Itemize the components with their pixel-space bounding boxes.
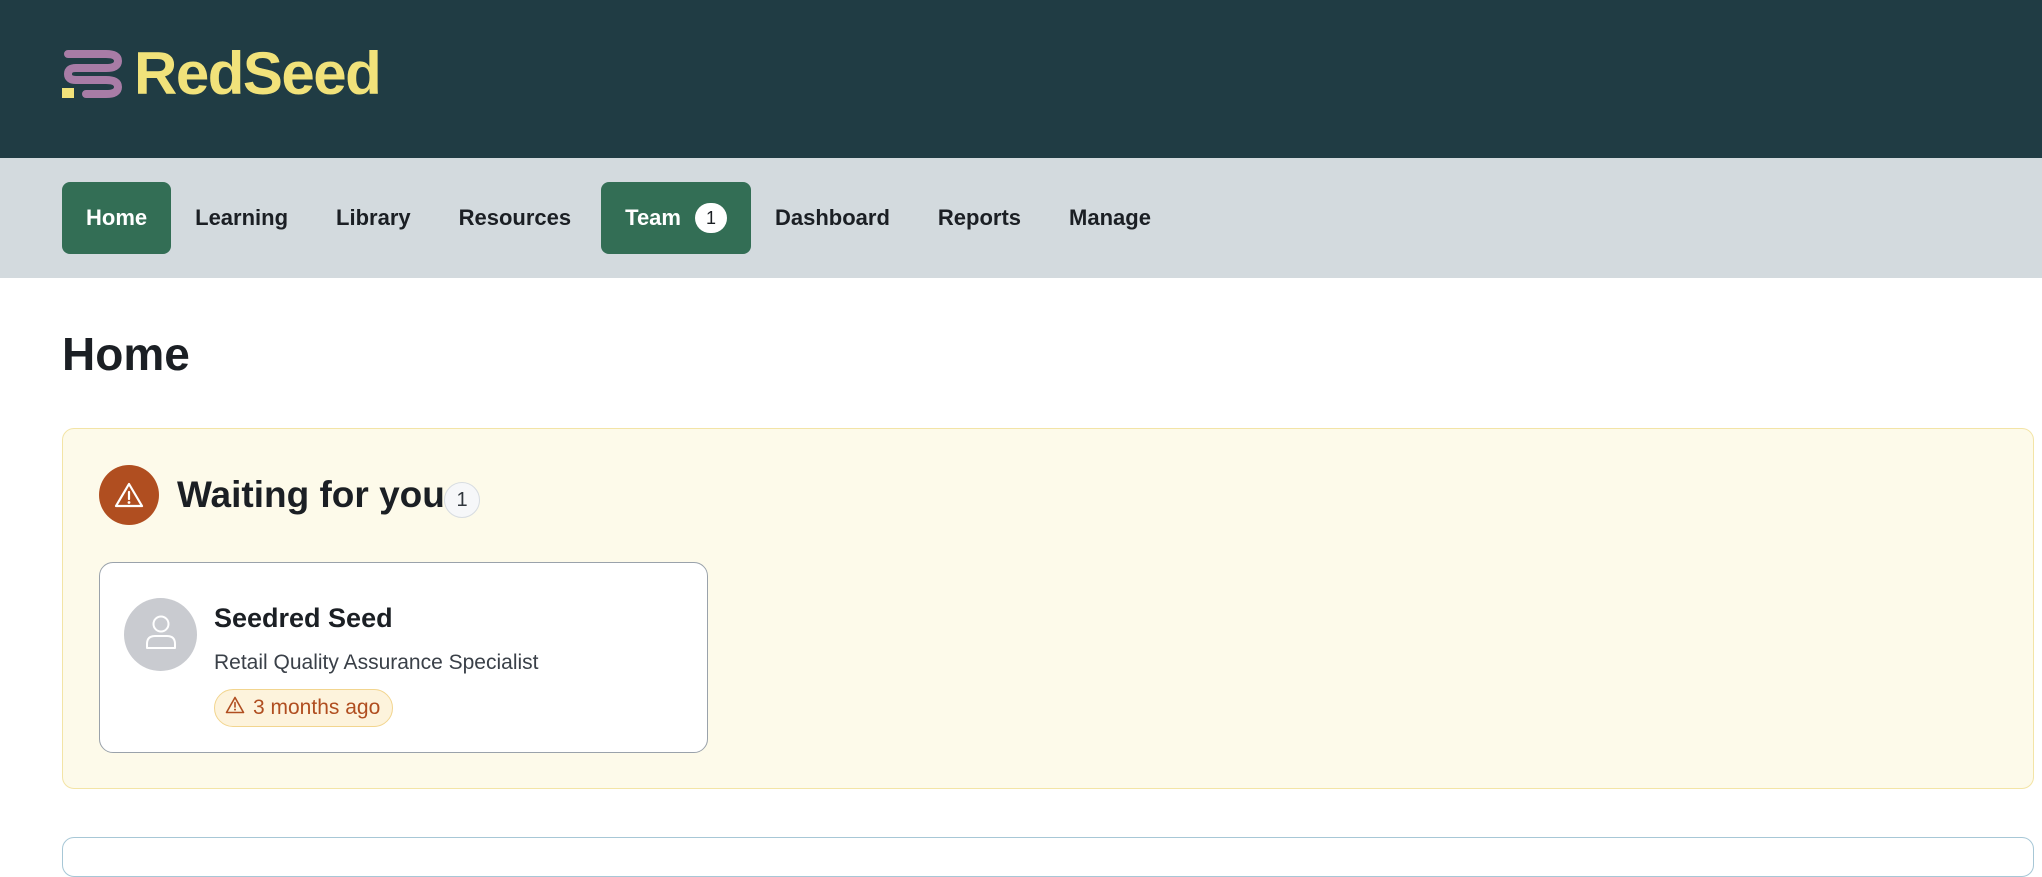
main-navigation: Home Learning Library Resources Team 1 D… [0, 158, 2042, 278]
next-section-panel [62, 837, 2034, 877]
nav-item-label: Home [86, 205, 148, 230]
warning-icon [225, 696, 245, 720]
nav-item-learning[interactable]: Learning [171, 182, 312, 254]
time-ago-badge: 3 months ago [214, 689, 394, 727]
nav-item-label: Team [625, 205, 681, 230]
nav-item-manage[interactable]: Manage [1045, 182, 1175, 254]
time-ago-text: 3 months ago [253, 696, 381, 719]
nav-item-label: Reports [937, 205, 1022, 230]
nav-item-reports[interactable]: Reports [914, 182, 1045, 254]
nav-item-home[interactable]: Home [62, 182, 172, 254]
avatar [124, 598, 197, 671]
nav-item-label: Library [336, 205, 411, 230]
person-name: Seedred Seed [214, 603, 393, 633]
panel-title: Waiting for you [177, 474, 445, 515]
page-title: Home [62, 328, 190, 380]
user-icon [145, 614, 177, 655]
nav-item-resources[interactable]: Resources [435, 182, 596, 254]
nav-item-label: Learning [195, 205, 289, 230]
nav-item-team[interactable]: Team 1 [601, 182, 751, 254]
person-card[interactable]: Seedred Seed Retail Quality Assurance Sp… [99, 562, 708, 753]
waiting-count-badge: 1 [444, 482, 480, 518]
brand-name: RedSeed [134, 40, 382, 107]
brand-logo[interactable]: RedSeed [62, 40, 382, 107]
nav-item-label: Resources [458, 205, 572, 230]
warning-icon [99, 465, 159, 525]
nav-item-label: Dashboard [774, 205, 890, 230]
team-count-badge: 1 [694, 203, 727, 233]
nav-item-library[interactable]: Library [312, 182, 435, 254]
top-header: RedSeed [0, 0, 2042, 158]
waiting-for-you-panel: Waiting for you 1 Seedred Seed Retail Qu… [62, 428, 2034, 789]
person-role: Retail Quality Assurance Specialist [214, 651, 539, 674]
nav-item-label: Manage [1069, 205, 1151, 230]
nav-item-dashboard[interactable]: Dashboard [751, 182, 914, 254]
redseed-logo-icon [62, 48, 122, 100]
